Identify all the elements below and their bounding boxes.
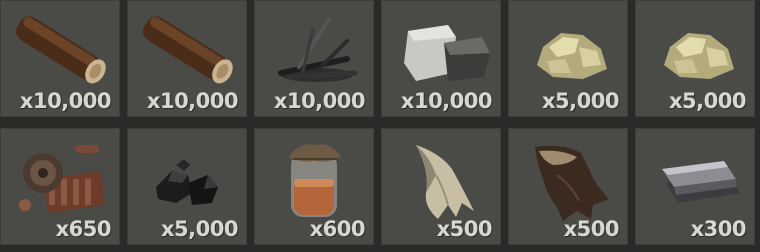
item-quantity: x5,000 xyxy=(161,217,238,241)
wood-log-icon xyxy=(143,16,233,84)
inventory-slot[interactable]: x5,000 xyxy=(127,128,247,245)
item-quantity: x10,000 xyxy=(400,89,493,113)
item-quantity: x10,000 xyxy=(273,89,366,113)
inventory-slot[interactable]: x10,000 xyxy=(254,0,374,117)
leather-hide-icon xyxy=(535,145,609,221)
cloth-fabric-icon xyxy=(416,145,474,219)
inventory-slot[interactable]: x10,000 xyxy=(381,0,501,117)
sulfur-ore-icon xyxy=(664,33,734,79)
item-quantity: x500 xyxy=(436,217,493,241)
item-quantity: x500 xyxy=(563,217,620,241)
item-quantity: x650 xyxy=(55,217,112,241)
coal-lumps-icon xyxy=(156,159,218,205)
scrap-metal-parts-icon xyxy=(19,145,105,213)
inventory-grid: x10,000 x10,000 x10,000 x10,000 x5,000 x… xyxy=(0,0,760,252)
inventory-slot[interactable]: x10,000 xyxy=(0,0,120,117)
inventory-slot[interactable]: x600 xyxy=(254,128,374,245)
inventory-slot[interactable]: x10,000 xyxy=(127,0,247,117)
inventory-slot[interactable]: x500 xyxy=(508,128,628,245)
inventory-slot[interactable]: x650 xyxy=(0,128,120,245)
charcoal-sticks-icon xyxy=(278,17,358,82)
metal-ingot-icon xyxy=(662,161,740,203)
inventory-slot[interactable]: x500 xyxy=(381,128,501,245)
item-quantity: x10,000 xyxy=(19,89,112,113)
wood-log-icon xyxy=(16,16,106,84)
item-quantity: x5,000 xyxy=(669,89,746,113)
item-quantity: x5,000 xyxy=(542,89,619,113)
inventory-slot[interactable]: x300 xyxy=(635,128,755,245)
inventory-slot[interactable]: x5,000 xyxy=(635,0,755,117)
sulfur-ore-icon xyxy=(537,33,607,79)
inventory-slot[interactable]: x5,000 xyxy=(508,0,628,117)
item-quantity: x300 xyxy=(690,217,747,241)
jar-of-powder-icon xyxy=(289,144,341,217)
item-quantity: x600 xyxy=(309,217,366,241)
item-quantity: x10,000 xyxy=(146,89,239,113)
stone-rocks-icon xyxy=(404,25,490,81)
